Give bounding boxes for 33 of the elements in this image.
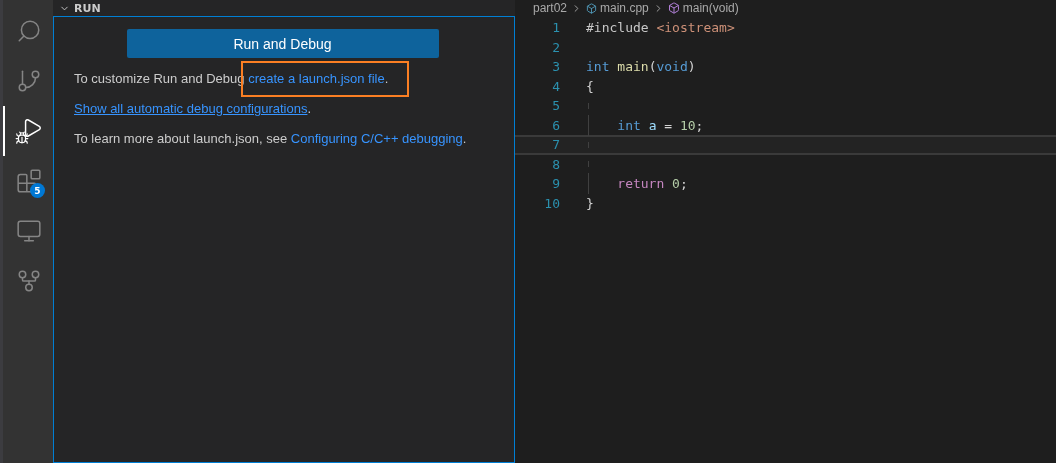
section-title: RUN: [74, 1, 101, 15]
line-number: 1: [551, 20, 561, 36]
code-line: return 0;: [616, 176, 688, 192]
activity-bar-item[interactable]: 5: [3, 156, 53, 206]
code-line: int main(void): [586, 59, 696, 75]
period-text: .: [307, 101, 312, 116]
launch-link[interactable]: Configuring C/C++ debugging: [290, 131, 463, 146]
extensions-icon: [16, 168, 42, 194]
line-number: 8: [551, 156, 561, 172]
code-line: #include <iostream>: [586, 20, 735, 36]
git-graph-icon: [16, 268, 42, 294]
line-number: 9: [551, 176, 561, 192]
code-line: {: [586, 78, 594, 94]
play-bug-icon: [15, 117, 43, 145]
breadcrumb[interactable]: part02: [533, 1, 568, 15]
line-number: 7: [551, 137, 561, 153]
branch-icon: [16, 68, 42, 94]
count-badge: 5: [30, 183, 45, 198]
breadcrumb[interactable]: main(void): [682, 1, 739, 15]
line-number: 4: [551, 78, 561, 94]
code-line: }: [586, 195, 594, 211]
line-number: 3: [551, 59, 561, 75]
line-number: 2: [551, 39, 561, 55]
line-number: 5: [551, 98, 561, 114]
run-and-debug-button[interactable]: Run and Debug: [126, 29, 439, 58]
help-text: To learn more about launch.json, see Configuring C/C++ debugging.: [74, 130, 467, 148]
line-number: 10: [543, 195, 561, 211]
breadcrumb[interactable]: main.cpp: [600, 1, 649, 15]
monitor-icon: [16, 218, 42, 244]
search-icon: [16, 18, 42, 44]
line-number: 6: [551, 117, 561, 133]
code-line: int a = 10;: [616, 117, 704, 133]
launch-link[interactable]: create a launch.json file: [248, 71, 385, 86]
